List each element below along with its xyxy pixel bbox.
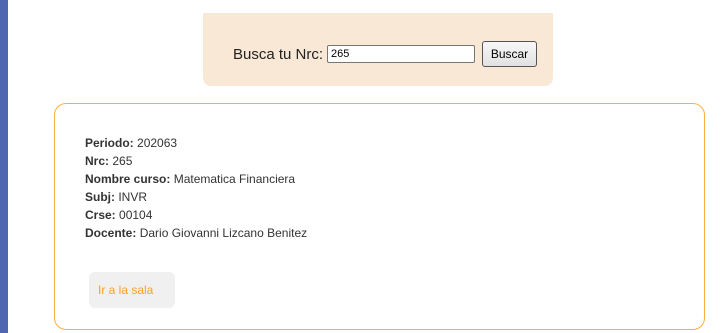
course-name-label: Nombre curso: xyxy=(85,172,171,186)
nrc-search-input[interactable] xyxy=(327,45,475,63)
crse-label: Crse: xyxy=(85,208,116,222)
course-card: Periodo: 202063 Nrc: 265 Nombre curso: M… xyxy=(54,103,705,330)
subj-value: INVR xyxy=(118,190,148,204)
search-label: Busca tu Nrc: xyxy=(233,46,324,63)
docente-label: Docente: xyxy=(85,226,137,240)
periodo-value: 202063 xyxy=(137,136,178,150)
go-to-room-button[interactable]: Ir a la sala xyxy=(89,272,175,308)
subj-row: Subj: INVR xyxy=(85,188,307,206)
periodo-label: Periodo: xyxy=(85,136,134,150)
course-name-value: Matematica Financiera xyxy=(173,172,296,186)
docente-value: Dario Giovanni Lizcano Benitez xyxy=(139,226,308,240)
search-button[interactable]: Buscar xyxy=(482,41,537,67)
page-content: Busca tu Nrc: Buscar Periodo: 202063 Nrc… xyxy=(8,0,728,333)
periodo-row: Periodo: 202063 xyxy=(85,134,307,152)
nrc-label: Nrc: xyxy=(85,154,110,168)
nrc-value: 265 xyxy=(112,154,133,168)
course-name-row: Nombre curso: Matematica Financiera xyxy=(85,170,307,188)
crse-row: Crse: 00104 xyxy=(85,206,307,224)
crse-value: 00104 xyxy=(119,208,153,222)
docente-row: Docente: Dario Giovanni Lizcano Benitez xyxy=(85,224,307,242)
subj-label: Subj: xyxy=(85,190,115,204)
search-panel: Busca tu Nrc: Buscar xyxy=(203,13,553,86)
nrc-row: Nrc: 265 xyxy=(85,152,307,170)
course-details: Periodo: 202063 Nrc: 265 Nombre curso: M… xyxy=(85,134,307,242)
